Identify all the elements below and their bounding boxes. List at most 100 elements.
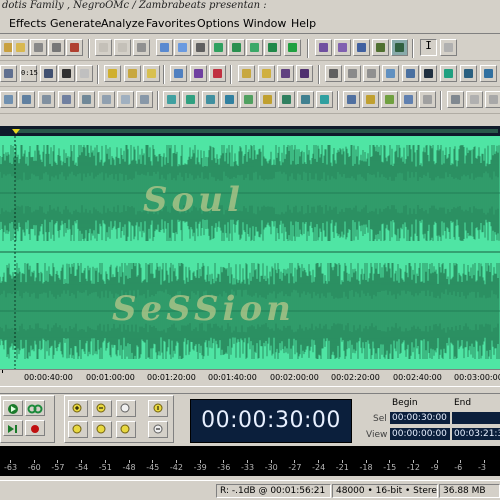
save-all-button[interactable]: [48, 39, 65, 56]
paste-new-button[interactable]: [228, 39, 245, 56]
zoom-full-button[interactable]: [116, 400, 136, 417]
zoom-out-vertical-button[interactable]: [148, 421, 168, 438]
time-grid-button[interactable]: [0, 65, 17, 82]
reverb-button[interactable]: [117, 91, 134, 108]
zoom-right-button[interactable]: [116, 421, 136, 438]
tone-button[interactable]: [18, 91, 35, 108]
eq-button[interactable]: [460, 65, 477, 82]
fx-batch-button[interactable]: [400, 91, 417, 108]
frames-button[interactable]: [76, 65, 93, 82]
filter-button[interactable]: [480, 65, 497, 82]
time-selection-tool-button[interactable]: I: [420, 39, 437, 56]
spectrum-button[interactable]: [440, 65, 457, 82]
copy-new-button[interactable]: [174, 39, 191, 56]
menu-help[interactable]: Help: [291, 17, 316, 31]
wave-view-button[interactable]: [391, 39, 408, 56]
amplify-button[interactable]: [382, 65, 399, 82]
grid-view-button[interactable]: [353, 39, 370, 56]
fx4-button[interactable]: [296, 65, 313, 82]
fx-script-button[interactable]: [419, 91, 436, 108]
fx-preset-button[interactable]: [381, 91, 398, 108]
open-file-button[interactable]: [12, 39, 29, 56]
time-format-button[interactable]: 0:15: [20, 65, 38, 82]
tools-button[interactable]: [124, 65, 141, 82]
redo-button[interactable]: [114, 39, 131, 56]
zoom-in-button[interactable]: [68, 400, 88, 417]
trim-button[interactable]: [264, 39, 281, 56]
loop-play-button[interactable]: [25, 400, 45, 416]
menu-favorites[interactable]: Favorites: [146, 17, 196, 31]
fx2-button[interactable]: [258, 65, 275, 82]
loop-button[interactable]: [259, 91, 276, 108]
cut-button[interactable]: [192, 39, 209, 56]
marker-button[interactable]: [297, 91, 314, 108]
waveform-display[interactable]: Soul SeSSion: [0, 136, 500, 369]
track-b-button[interactable]: [240, 91, 257, 108]
insert-button[interactable]: [202, 91, 219, 108]
playhead-marker-icon[interactable]: [12, 129, 20, 134]
samples-button[interactable]: [58, 65, 75, 82]
cd-button[interactable]: [104, 65, 121, 82]
menu-effects[interactable]: Effects: [9, 17, 46, 31]
save-button[interactable]: [30, 39, 47, 56]
record-options-button[interactable]: [447, 91, 464, 108]
mix-paste-button[interactable]: [246, 39, 263, 56]
menu-generate[interactable]: Generate: [50, 17, 101, 31]
flange-button[interactable]: [136, 91, 153, 108]
selection-end-field[interactable]: [452, 412, 500, 424]
reverse-button[interactable]: [402, 65, 419, 82]
overview-bar[interactable]: [0, 126, 500, 136]
pitch-button[interactable]: [420, 65, 437, 82]
zoom-left-button[interactable]: [92, 421, 112, 438]
multitrack-button[interactable]: [163, 91, 180, 108]
zoom-in-vertical-button[interactable]: [148, 400, 168, 417]
echo-button[interactable]: [98, 91, 115, 108]
close-file-button[interactable]: [66, 39, 83, 56]
analysis-button[interactable]: [170, 65, 187, 82]
more-tools-button[interactable]: [485, 91, 500, 108]
snap-button[interactable]: [284, 39, 301, 56]
copy-button[interactable]: [156, 39, 173, 56]
generate-button[interactable]: [0, 91, 17, 108]
zoom-selection-button[interactable]: [68, 421, 88, 438]
fx-rack-button[interactable]: [343, 91, 360, 108]
repeat-button[interactable]: [133, 39, 150, 56]
cue-button[interactable]: [278, 91, 295, 108]
normalize-button[interactable]: [363, 65, 380, 82]
frequency-button[interactable]: [190, 65, 207, 82]
stretch-button[interactable]: [325, 65, 342, 82]
zoom-out-button[interactable]: [92, 400, 112, 417]
fx3-button[interactable]: [277, 65, 294, 82]
silence-button[interactable]: [344, 65, 361, 82]
phase-button[interactable]: [209, 65, 226, 82]
extract-button[interactable]: [143, 65, 160, 82]
mixdown-button[interactable]: [182, 91, 199, 108]
play-button[interactable]: [3, 400, 23, 416]
envelope-view-button[interactable]: [334, 39, 351, 56]
undo-button[interactable]: [95, 39, 112, 56]
time-ruler[interactable]: 00:00:40:00 00:01:00:00 00:01:20:00 00:0…: [0, 369, 500, 385]
fx-chain-button[interactable]: [362, 91, 379, 108]
noise-button[interactable]: [38, 91, 55, 108]
horizontal-scrollbar[interactable]: [0, 386, 500, 394]
spectral-view-button[interactable]: [315, 39, 332, 56]
menu-options[interactable]: Options: [197, 17, 239, 31]
region-button[interactable]: [316, 91, 333, 108]
menu-window[interactable]: Window: [243, 17, 286, 31]
bars-beats-button[interactable]: [40, 65, 57, 82]
go-to-end-button[interactable]: [3, 420, 23, 436]
record-button[interactable]: [25, 420, 45, 436]
menu-analyze[interactable]: Analyze: [101, 17, 144, 31]
meter-view-button[interactable]: [372, 39, 389, 56]
repeat-last-button[interactable]: [466, 91, 483, 108]
paste-button[interactable]: [210, 39, 227, 56]
fx1-button[interactable]: [238, 65, 255, 82]
track-a-button[interactable]: [221, 91, 238, 108]
view-begin-field[interactable]: 00:00:00:00: [390, 428, 450, 440]
chirp-button[interactable]: [78, 91, 95, 108]
overlay-text-session: SeSSion: [112, 289, 295, 329]
dtmf-button[interactable]: [58, 91, 75, 108]
scrub-tool-button[interactable]: [440, 39, 457, 56]
view-end-field[interactable]: 00:03:21:3: [452, 428, 500, 440]
selection-begin-field[interactable]: 00:00:30:00: [390, 412, 450, 424]
